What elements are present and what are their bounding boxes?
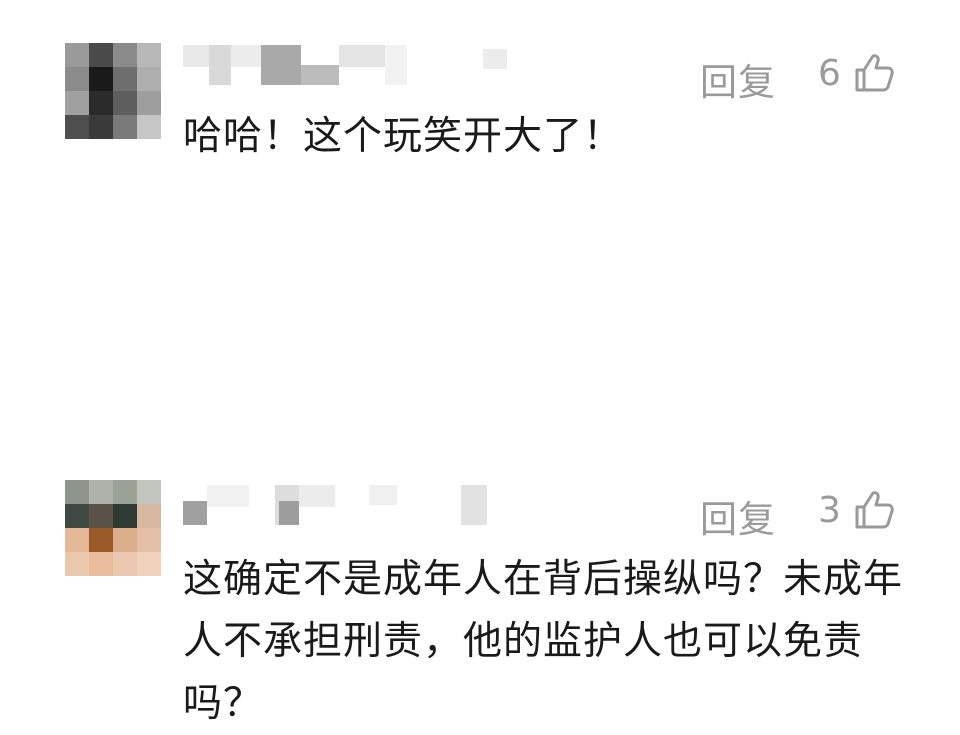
avatar-pixel bbox=[137, 43, 161, 67]
avatar-pixel bbox=[89, 115, 113, 139]
avatar-pixel bbox=[89, 67, 113, 91]
comment-item: 回复 3 这确定不是成年人在背后操纵吗？未成年人不承担刑责，他的监护人也可以免责… bbox=[0, 230, 960, 726]
avatar-pixel bbox=[113, 91, 137, 115]
avatar-pixel bbox=[89, 504, 113, 528]
reply-button[interactable]: 回复 bbox=[700, 489, 776, 543]
avatar-pixel bbox=[89, 528, 113, 552]
avatar-pixel bbox=[113, 480, 137, 504]
avatar-pixel bbox=[65, 528, 89, 552]
avatar-pixel bbox=[137, 504, 161, 528]
avatar-pixel bbox=[89, 552, 113, 576]
thumbs-up-icon[interactable] bbox=[853, 52, 895, 94]
avatar-pixel bbox=[113, 67, 137, 91]
avatar-pixel bbox=[65, 552, 89, 576]
comment-text: 哈哈！这个玩笑开大了！ bbox=[183, 114, 624, 159]
avatar-pixel bbox=[137, 115, 161, 139]
like-count: 3 bbox=[818, 490, 841, 531]
avatar-pixel bbox=[89, 480, 113, 504]
avatar-pixel bbox=[137, 480, 161, 504]
avatar-pixel bbox=[137, 552, 161, 576]
avatar-pixel bbox=[113, 43, 137, 67]
like-count: 6 bbox=[818, 53, 841, 94]
reply-button[interactable]: 回复 bbox=[700, 52, 776, 106]
comment-item: 回复 6 哈哈！这个玩笑开大了！ bbox=[0, 0, 960, 230]
avatar-pixel bbox=[137, 91, 161, 115]
avatar-pixel bbox=[65, 504, 89, 528]
avatar-pixel bbox=[113, 115, 137, 139]
avatar-pixel bbox=[65, 115, 89, 139]
comment-text: 这确定不是成年人在背后操纵吗？未成年人不承担刑责，他的监护人也可以免责吗？ bbox=[183, 557, 904, 726]
avatar-pixel bbox=[113, 504, 137, 528]
avatar[interactable] bbox=[65, 43, 161, 139]
thumbs-up-icon[interactable] bbox=[853, 489, 895, 531]
avatar-pixel bbox=[89, 91, 113, 115]
avatar-pixel bbox=[113, 552, 137, 576]
avatar-pixel bbox=[89, 43, 113, 67]
avatar-pixel bbox=[65, 67, 89, 91]
avatar-pixel bbox=[65, 480, 89, 504]
avatar-pixel bbox=[137, 528, 161, 552]
avatar-pixel bbox=[113, 528, 137, 552]
avatar[interactable] bbox=[65, 480, 161, 576]
avatar-pixel bbox=[65, 91, 89, 115]
avatar-pixel bbox=[137, 67, 161, 91]
avatar-pixel bbox=[65, 43, 89, 67]
